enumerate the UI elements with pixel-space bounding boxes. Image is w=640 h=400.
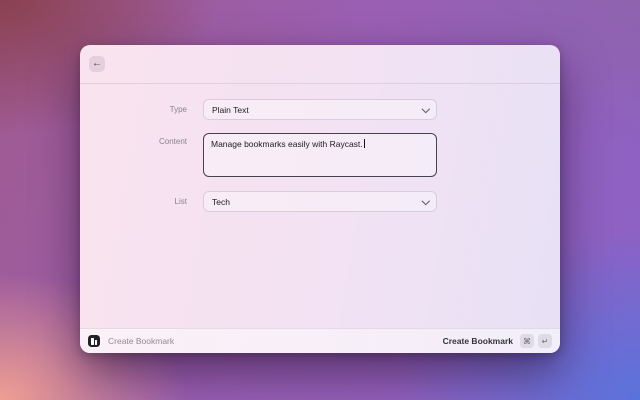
type-dropdown-value: Plain Text <box>212 105 249 115</box>
create-bookmark-action-label: Create Bookmark <box>443 336 513 346</box>
command-key-icon: ⌘ <box>520 334 534 348</box>
chevron-down-icon <box>421 197 429 205</box>
window-footer: Create Bookmark Create Bookmark ⌘ ↵ <box>80 328 560 353</box>
text-cursor <box>364 139 365 148</box>
window-header: ← <box>80 45 560 84</box>
arrow-left-icon: ← <box>92 59 102 69</box>
content-label: Content <box>80 136 187 148</box>
list-dropdown[interactable]: Tech <box>203 191 437 212</box>
desktop-background: ← Type Plain Text Content Manage bookmar… <box>0 0 640 400</box>
content-textarea[interactable]: Manage bookmarks easily with Raycast. <box>203 133 437 177</box>
list-dropdown-value: Tech <box>212 197 230 207</box>
chevron-down-icon <box>421 105 429 113</box>
content-textarea-value: Manage bookmarks easily with Raycast. <box>211 139 363 149</box>
type-dropdown[interactable]: Plain Text <box>203 99 437 120</box>
back-button[interactable]: ← <box>89 56 105 72</box>
bookmarks-extension-icon <box>88 335 100 347</box>
extension-name: Create Bookmark <box>108 336 174 346</box>
type-label: Type <box>80 99 187 120</box>
return-key-icon: ↵ <box>538 334 552 348</box>
create-bookmark-action[interactable]: Create Bookmark ⌘ ↵ <box>443 334 552 348</box>
list-label: List <box>80 191 187 212</box>
raycast-window: ← Type Plain Text Content Manage bookmar… <box>80 45 560 353</box>
